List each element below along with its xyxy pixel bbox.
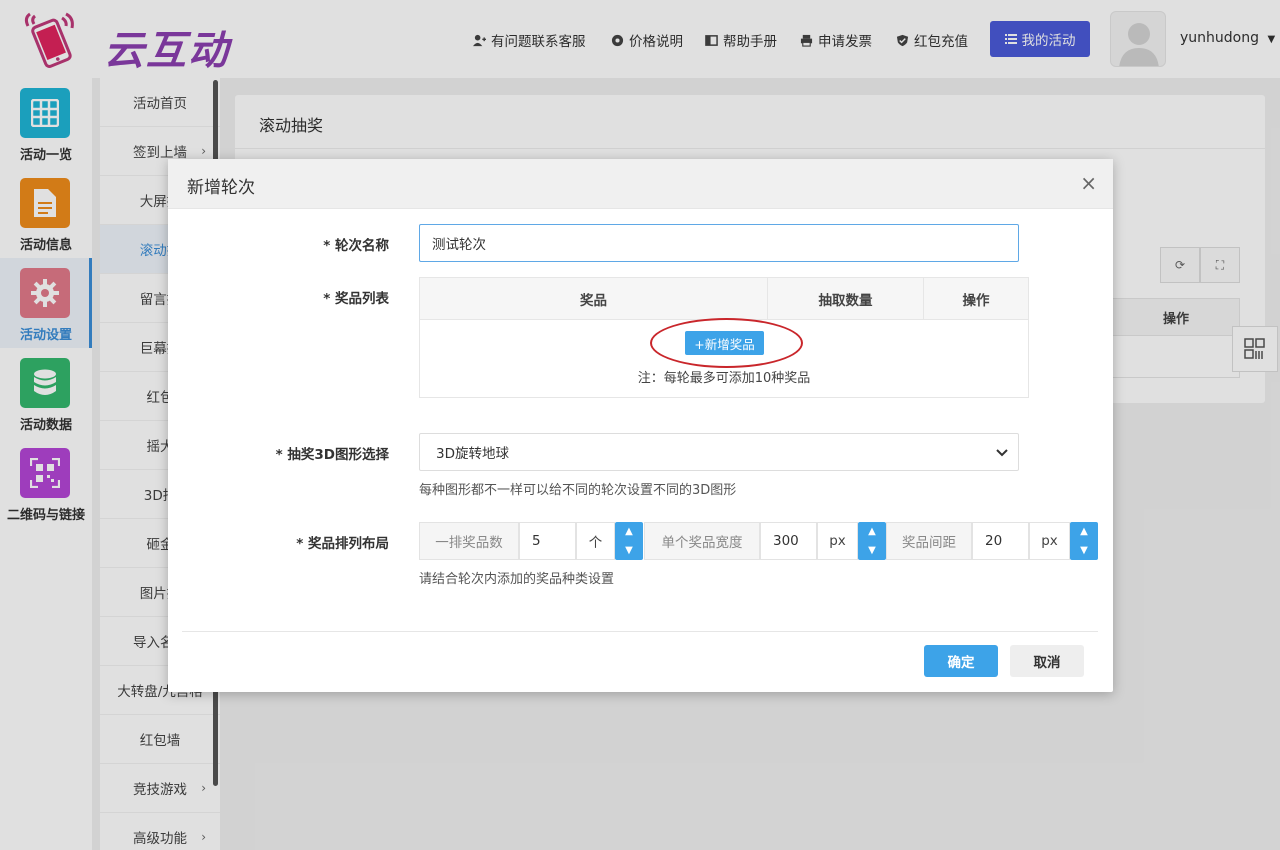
gap-label: 奖品间距 [886, 522, 972, 560]
chevron-down-icon: ▼ [868, 545, 876, 556]
cancel-button[interactable]: 取消 [1010, 645, 1084, 677]
chevron-up-icon: ▲ [868, 526, 876, 537]
shape-select-value: 3D旋转地球 [436, 446, 509, 462]
per-row-stepper[interactable]: ▲ ▼ [615, 522, 643, 560]
round-name-value: 测试轮次 [432, 237, 486, 253]
prize-limit-note: 注：每轮最多可添加10种奖品 [637, 371, 811, 386]
round-name-input[interactable]: 测试轮次 [419, 224, 1019, 262]
round-name-label: * 轮次名称 [323, 238, 389, 254]
column-header-prize: 奖品 [420, 278, 768, 320]
chevron-up-icon: ▲ [625, 526, 633, 537]
chevron-down-icon [996, 449, 1008, 457]
close-icon[interactable]: × [1080, 173, 1097, 193]
prize-list-label: * 奖品列表 [323, 291, 389, 307]
gap-input[interactable]: 20 [972, 522, 1029, 560]
confirm-button[interactable]: 确定 [924, 645, 998, 677]
add-prize-button[interactable]: +新增奖品 [685, 331, 764, 355]
column-header-actions: 操作 [962, 293, 990, 309]
chevron-down-icon: ▼ [1080, 545, 1088, 556]
add-round-dialog: 新增轮次 × * 轮次名称 测试轮次 * 奖品列表 奖品 抽取数量 操作 +新增… [168, 159, 1113, 692]
chevron-down-icon: ▼ [625, 545, 633, 556]
column-header-quantity: 抽取数量 [768, 278, 924, 320]
width-input[interactable]: 300 [760, 522, 817, 560]
gap-unit: px [1029, 522, 1070, 560]
width-stepper[interactable]: ▲ ▼ [858, 522, 886, 560]
layout-label: * 奖品排列布局 [296, 536, 389, 552]
per-row-input[interactable]: 5 [519, 522, 576, 560]
width-label: 单个奖品宽度 [644, 522, 760, 560]
shape-select[interactable]: 3D旋转地球 [419, 433, 1019, 471]
per-row-unit: 个 [576, 522, 615, 560]
dialog-footer-divider [182, 631, 1098, 632]
per-row-label: 一排奖品数 [419, 522, 519, 560]
gap-stepper[interactable]: ▲ ▼ [1070, 522, 1098, 560]
prize-table: 奖品 抽取数量 操作 +新增奖品 注：每轮最多可添加10种奖品 [419, 277, 1029, 398]
dialog-title: 新增轮次 [187, 178, 255, 198]
layout-help-text: 请结合轮次内添加的奖品种类设置 [419, 572, 615, 587]
shape-select-label: * 抽奖3D图形选择 [275, 447, 389, 463]
shape-help-text: 每种图形都不一样可以给不同的轮次设置不同的3D图形 [419, 483, 737, 498]
chevron-up-icon: ▲ [1080, 526, 1088, 537]
width-unit: px [817, 522, 858, 560]
prize-table-header: 奖品 抽取数量 操作 [420, 278, 1028, 320]
dialog-header: 新增轮次 × [168, 159, 1113, 209]
